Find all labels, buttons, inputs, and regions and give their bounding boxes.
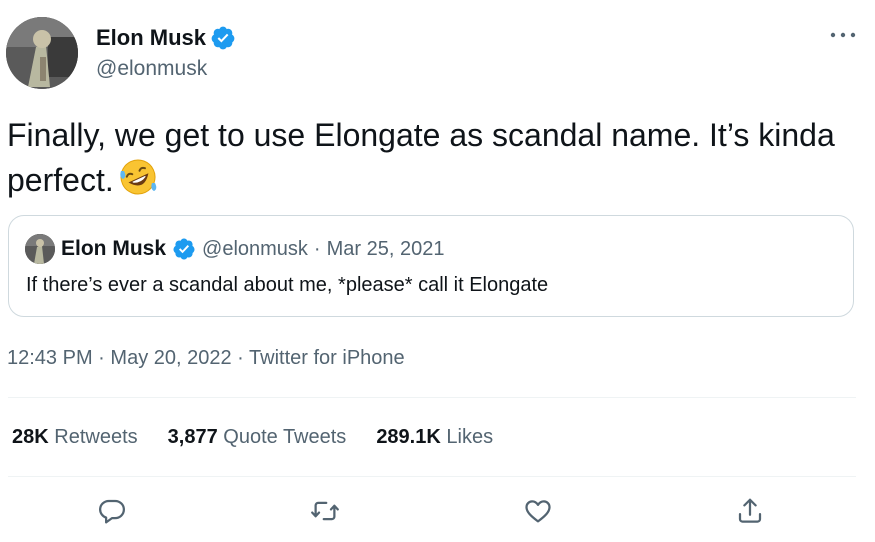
verified-badge-icon: [173, 238, 195, 260]
divider: [8, 397, 856, 398]
retweet-button[interactable]: [308, 494, 342, 528]
quoted-author-handle: @elonmusk: [202, 238, 308, 260]
author-name[interactable]: Elon Musk: [96, 24, 206, 52]
reply-button[interactable]: [95, 494, 129, 528]
like-button[interactable]: [521, 494, 555, 528]
retweets-count: 28K: [12, 426, 49, 448]
quote-tweets-label: Quote Tweets: [223, 426, 347, 448]
quoted-author-name: Elon Musk: [61, 237, 167, 260]
likes-label: Likes: [446, 426, 494, 448]
author-name-row[interactable]: Elon Musk: [96, 24, 236, 52]
meta-separator: ·: [98, 347, 105, 369]
quoted-author-avatar: [25, 234, 55, 264]
tweet-card: Elon Musk @elonmusk Finally, we get to u…: [0, 0, 875, 542]
retweets-stat[interactable]: 28K Retweets: [12, 424, 138, 450]
tweet-time[interactable]: 12:43 PM: [7, 347, 93, 369]
quote-tweets-stat[interactable]: 3,877 Quote Tweets: [168, 424, 347, 450]
quoted-tweet-text: If there’s ever a scandal about me, *ple…: [26, 274, 549, 296]
tweet-date[interactable]: May 20, 2022: [110, 347, 231, 369]
quote-tweets-count: 3,877: [167, 426, 218, 448]
divider: [8, 476, 856, 477]
avatar-photo-icon: [25, 234, 55, 264]
share-upload-icon: [738, 498, 762, 523]
tweet-meta: 12:43 PM · May 20, 2022 · Twitter for iP…: [7, 345, 405, 371]
tweet-text: Finally, we get to use Elongate as scand…: [7, 114, 847, 202]
quoted-separator: ·: [313, 238, 321, 260]
heart-icon: [525, 500, 551, 523]
likes-count: 289.1K: [376, 426, 441, 448]
more-options-button[interactable]: [826, 22, 860, 48]
share-button[interactable]: [733, 494, 767, 528]
rolling-on-floor-laughing-emoji-icon: [120, 159, 157, 195]
retweet-arrows-icon: [311, 501, 339, 521]
verified-badge-icon: [211, 26, 235, 50]
tweet-source[interactable]: Twitter for iPhone: [249, 347, 405, 369]
retweets-label: Retweets: [54, 426, 138, 448]
more-horizontal-icon: [830, 32, 856, 38]
quoted-tweet-date[interactable]: Mar 25, 2021: [327, 236, 445, 262]
author-avatar[interactable]: [6, 17, 78, 89]
quoted-tweet-header: Elon Musk @elonmusk · Mar 25, 2021: [25, 234, 444, 264]
reply-bubble-icon: [99, 499, 125, 524]
author-handle[interactable]: @elonmusk: [96, 56, 207, 82]
avatar-photo-icon: [6, 17, 78, 89]
quoted-tweet[interactable]: Elon Musk @elonmusk · Mar 25, 2021 If th…: [8, 215, 854, 317]
likes-stat[interactable]: 289.1K Likes: [376, 424, 493, 450]
meta-separator: ·: [237, 347, 244, 369]
tweet-stats: 28K Retweets 3,877 Quote Tweets 289.1K L…: [12, 424, 493, 450]
